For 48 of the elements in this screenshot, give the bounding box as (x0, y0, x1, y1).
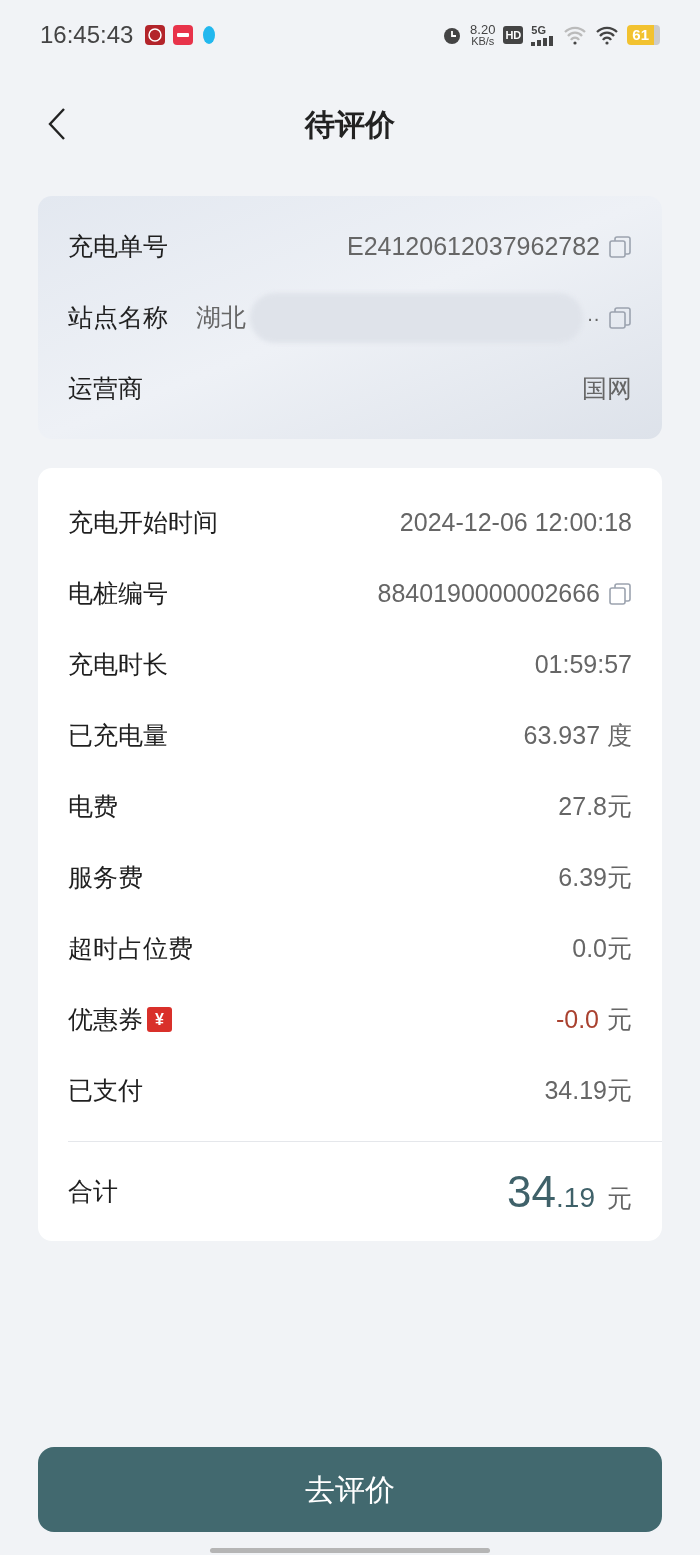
row-label: 电桩编号 (68, 577, 168, 609)
row-label: 已充电量 (68, 719, 168, 751)
alarm-icon (442, 25, 463, 45)
row-value: 6.39元 (558, 861, 632, 893)
copy-icon[interactable] (608, 234, 632, 259)
page-title: 待评价 (305, 106, 395, 143)
row-label: 充电开始时间 (68, 506, 218, 538)
row-label: 已支付 (68, 1074, 143, 1106)
row-label: 充电时长 (68, 648, 168, 680)
copy-icon[interactable] (608, 305, 632, 330)
coupon-amount: -0.0 (555, 1003, 599, 1035)
network-type: 5G (531, 24, 547, 36)
row-value: 01:59:57 (534, 648, 632, 680)
row-value: 34.19元 (544, 1074, 632, 1106)
ellipsis-text: ·· (586, 305, 600, 331)
row-label: 运营商 (68, 372, 143, 404)
row-label: 充电单号 (68, 230, 168, 262)
row-value: 湖北 (196, 301, 246, 333)
row-value: E24120612037962782 (346, 230, 600, 262)
speed-unit: KB/s (471, 36, 495, 47)
signal-icon (531, 35, 556, 46)
row-label: 站点名称 (68, 301, 168, 333)
back-icon (48, 107, 66, 141)
coupon-badge: ¥ (147, 1007, 172, 1032)
app-icon (145, 25, 166, 45)
battery-indicator: 61 (627, 25, 660, 45)
row-label: 超时占位费 (68, 932, 193, 964)
speed-value: 8.20 (470, 23, 496, 36)
row-value: 27.8元 (558, 790, 632, 822)
unit-text: 元 (607, 1003, 632, 1035)
row-value: 国网 (582, 372, 632, 404)
review-button[interactable]: 去评价 (38, 1447, 662, 1532)
row-value: 0.0元 (572, 932, 632, 964)
wifi-icon (563, 25, 588, 45)
row-value: 8840190000002666 (377, 577, 600, 609)
copy-icon[interactable] (608, 581, 632, 606)
row-value: 2024-12-06 12:00:18 (399, 506, 632, 538)
row-label: 优惠券 (68, 1003, 143, 1035)
row-label: 电费 (68, 790, 118, 822)
wifi-icon (595, 25, 620, 45)
hd-badge: HD (503, 26, 524, 44)
row-value: 63.937 度 (523, 719, 632, 751)
total-label: 合计 (68, 1175, 118, 1207)
app-icon (173, 25, 194, 45)
row-label: 服务费 (68, 861, 143, 893)
unit-text: 元 (607, 1182, 632, 1214)
status-time: 16:45:43 (40, 20, 134, 50)
total-amount: 34.19 (507, 1165, 595, 1218)
